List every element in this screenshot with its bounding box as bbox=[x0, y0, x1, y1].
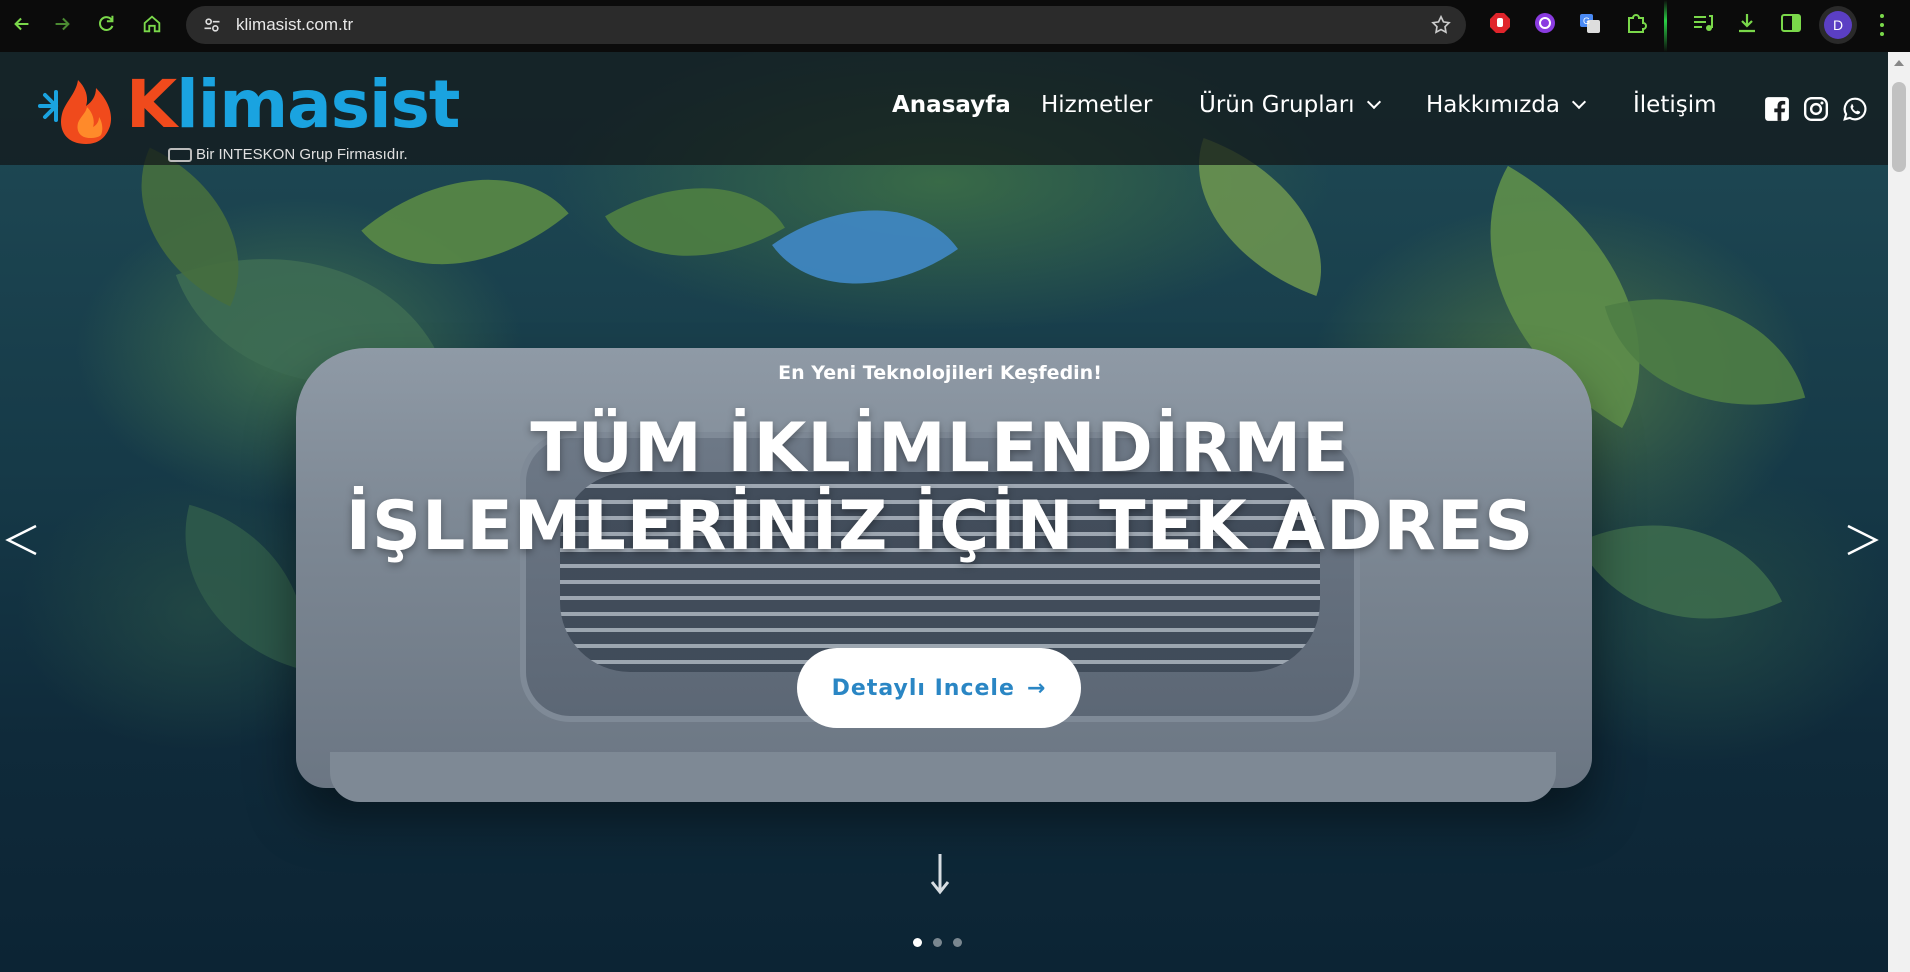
back-icon[interactable] bbox=[0, 2, 44, 46]
url-text[interactable]: klimasist.com.tr bbox=[236, 15, 353, 35]
page-viewport: Klimasist Bir INTESKON Grup Firmasıdır. … bbox=[0, 52, 1888, 972]
logo-tagline: Bir INTESKON Grup Firmasıdır. bbox=[168, 146, 408, 163]
download-icon[interactable] bbox=[1734, 10, 1760, 36]
nav-about[interactable]: Hakkımızda bbox=[1426, 92, 1587, 118]
air-conditioner-base bbox=[330, 752, 1556, 802]
vpn-extension-icon[interactable] bbox=[1532, 10, 1558, 36]
instagram-icon[interactable] bbox=[1803, 96, 1829, 122]
forward-icon[interactable] bbox=[40, 2, 84, 46]
whatsapp-icon[interactable] bbox=[1842, 96, 1868, 122]
site-logo[interactable]: Klimasist Bir INTESKON Grup Firmasıdır. bbox=[38, 62, 460, 163]
logo-letter-k: K bbox=[126, 66, 177, 143]
nav-contact[interactable]: İletişim bbox=[1633, 92, 1717, 118]
bookmark-star-icon[interactable] bbox=[1430, 14, 1452, 36]
hand-pointer-icon bbox=[168, 148, 192, 163]
media-queue-icon[interactable] bbox=[1690, 10, 1716, 36]
logo-letters-rest: limasist bbox=[176, 66, 460, 143]
slider-dot-3[interactable] bbox=[953, 938, 962, 947]
slider-dot-1[interactable] bbox=[913, 938, 922, 947]
site-header: Klimasist Bir INTESKON Grup Firmasıdır. … bbox=[0, 52, 1888, 165]
logo-flame-icon bbox=[38, 80, 112, 144]
home-icon[interactable] bbox=[130, 2, 174, 46]
hero-headline-line1: TÜM İKLİMLENDİRME bbox=[530, 409, 1350, 488]
address-bar[interactable]: klimasist.com.tr bbox=[186, 6, 1466, 44]
slider-pagination bbox=[913, 938, 962, 947]
logo-wordmark: Klimasist bbox=[126, 62, 460, 148]
svg-text:G: G bbox=[1583, 16, 1590, 26]
slider-next-arrow-icon[interactable] bbox=[1842, 512, 1882, 568]
scrollbar-thumb[interactable] bbox=[1892, 82, 1906, 172]
loading-indicator bbox=[1664, 0, 1667, 52]
menu-icon[interactable] bbox=[1874, 12, 1890, 38]
nav-services[interactable]: Hizmetler bbox=[1041, 92, 1152, 118]
chevron-down-icon bbox=[1571, 94, 1587, 110]
hero-headline-line2: İŞLEMLERİNİZ İÇİN TEK ADRES bbox=[345, 487, 1535, 566]
nav-product-groups[interactable]: Ürün Grupları bbox=[1199, 92, 1381, 118]
hero-eyebrow: En Yeni Teknolojileri Keşfedin! bbox=[778, 362, 1102, 384]
page-scrollbar[interactable] bbox=[1888, 52, 1910, 972]
browser-toolbar: klimasist.com.tr G D bbox=[0, 0, 1910, 52]
translate-extension-icon[interactable]: G bbox=[1577, 10, 1603, 36]
hero-headline: TÜM İKLİMLENDİRME İŞLEMLERİNİZ İÇİN TEK … bbox=[0, 410, 1880, 566]
profile-initial: D bbox=[1824, 11, 1852, 39]
nav-about-label: Hakkımızda bbox=[1426, 92, 1560, 118]
details-button-label: Detaylı Incele bbox=[831, 675, 1015, 701]
logo-tagline-text: Bir INTESKON Grup Firmasıdır. bbox=[196, 146, 408, 163]
scroll-down-arrow-icon[interactable] bbox=[929, 852, 951, 896]
scroll-up-arrow-icon[interactable] bbox=[1894, 60, 1904, 66]
slider-prev-arrow-icon[interactable] bbox=[2, 512, 42, 568]
puzzle-extension-icon[interactable] bbox=[1623, 10, 1649, 36]
side-panel-icon[interactable] bbox=[1778, 10, 1804, 36]
arrow-right-icon: → bbox=[1026, 675, 1047, 701]
nav-product-groups-label: Ürün Grupları bbox=[1199, 92, 1355, 118]
details-button[interactable]: Detaylı Incele → bbox=[797, 648, 1081, 728]
reload-icon[interactable] bbox=[84, 2, 128, 46]
nav-home[interactable]: Anasayfa bbox=[892, 92, 1011, 118]
profile-avatar[interactable]: D bbox=[1819, 6, 1857, 44]
chevron-down-icon bbox=[1366, 94, 1381, 110]
facebook-icon[interactable] bbox=[1764, 96, 1790, 122]
adblock-extension-icon[interactable] bbox=[1487, 10, 1513, 36]
site-settings-icon[interactable] bbox=[192, 6, 232, 44]
slider-dot-2[interactable] bbox=[933, 938, 942, 947]
